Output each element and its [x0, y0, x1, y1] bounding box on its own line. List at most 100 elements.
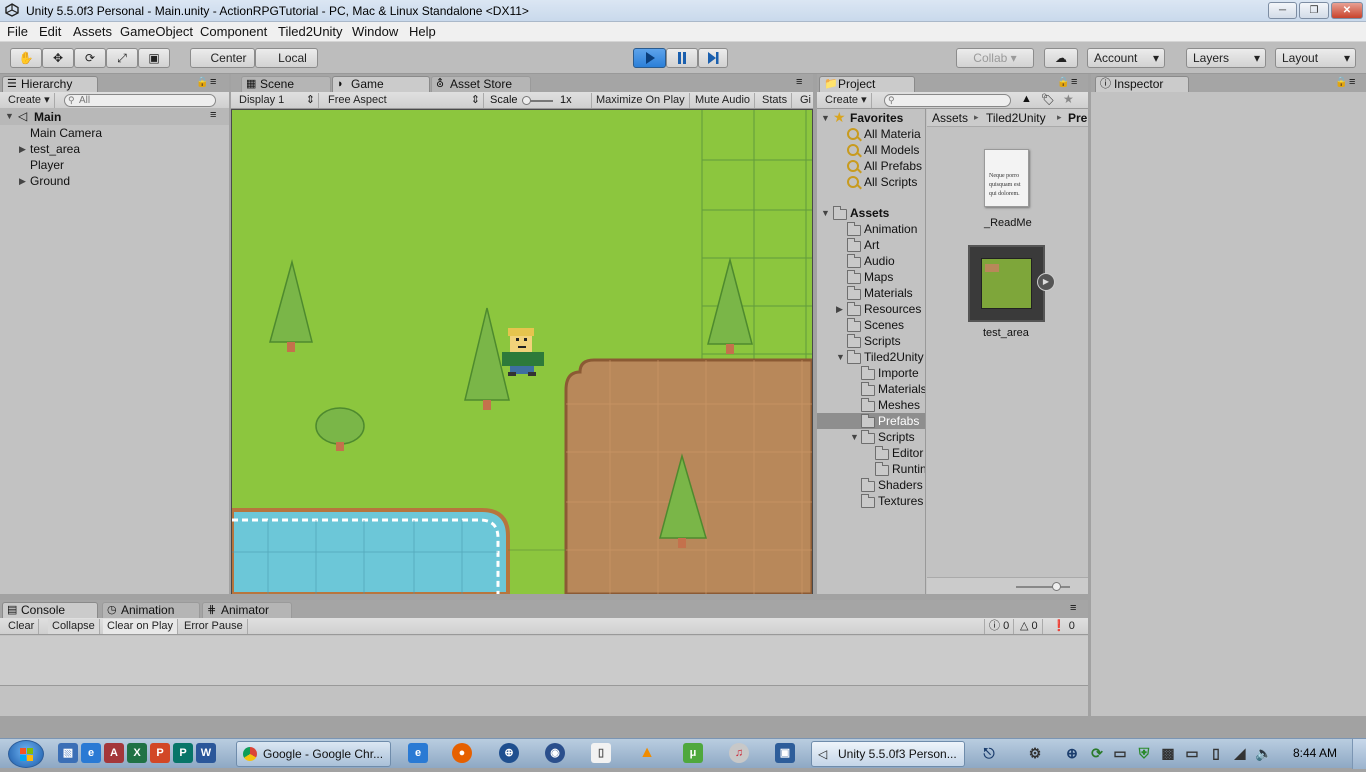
favorite-all-models[interactable]: All Models	[864, 143, 919, 157]
powerpoint-icon[interactable]: P	[150, 743, 170, 763]
folder-editor[interactable]: Editor	[892, 446, 923, 460]
pause-button[interactable]	[666, 48, 698, 68]
folder-tiled2unity[interactable]: Tiled2Unity	[864, 350, 924, 364]
collapse-arrow-icon[interactable]: ▶	[19, 144, 26, 155]
tray-shield-icon[interactable]: ⛨	[1134, 743, 1154, 763]
collab-dropdown[interactable]: Collab ▾	[956, 48, 1034, 68]
icon-size-slider[interactable]	[1016, 586, 1070, 588]
star-icon[interactable]: ★	[1063, 92, 1074, 106]
panel-menu-icon[interactable]: ≡	[210, 76, 216, 88]
tab-scene[interactable]: ▦ Scene	[241, 76, 331, 92]
folder-animation[interactable]: Animation	[864, 222, 917, 236]
breadcrumb-tiled2unity[interactable]: Tiled2Unity	[986, 111, 1046, 125]
utorrent-icon[interactable]: μ	[683, 743, 703, 763]
console-clear-on-play-toggle[interactable]: Clear on Play	[103, 619, 179, 634]
console-clear-button[interactable]: Clear	[4, 619, 40, 634]
collapse-arrow-icon[interactable]: ▶	[19, 176, 26, 187]
tray-monitor-icon[interactable]: ▭	[1110, 743, 1130, 763]
tray-tool-icon[interactable]: ⎋	[979, 743, 999, 763]
collapse-arrow-icon[interactable]: ▶	[836, 304, 843, 315]
test-area-file-label[interactable]: test_area	[983, 327, 1029, 339]
cloud-button[interactable]: ☁	[1044, 48, 1078, 68]
publisher-icon[interactable]: P	[173, 743, 193, 763]
tab-animation[interactable]: ◷ Animation	[102, 602, 200, 618]
stats-toggle[interactable]: Stats	[758, 93, 793, 108]
favorite-all-materials[interactable]: All Materia	[864, 127, 921, 141]
ie-icon[interactable]: e	[81, 743, 101, 763]
folder-shaders[interactable]: Shaders	[878, 478, 923, 492]
maximize-button[interactable]: ❐	[1299, 2, 1329, 19]
game-view[interactable]	[232, 110, 812, 594]
expand-arrow-icon[interactable]: ▼	[821, 113, 830, 123]
folder-imported[interactable]: Importe	[878, 366, 919, 380]
favorite-all-prefabs[interactable]: All Prefabs	[864, 159, 922, 173]
expand-arrow-icon[interactable]: ▼	[5, 111, 14, 121]
scale-slider-thumb[interactable]	[522, 96, 531, 105]
hierarchy-item-ground[interactable]: Ground	[30, 174, 70, 188]
error-count-toggle[interactable]: ❗ 0	[1048, 619, 1079, 634]
readme-file-icon[interactable]: Neque porro quisquam est qui dolorem.	[984, 149, 1029, 207]
tab-animator[interactable]: ⋕ Animator	[202, 602, 292, 618]
show-desktop-button[interactable]	[1352, 739, 1366, 769]
display-dropdown[interactable]: Display 1 ⇕	[235, 93, 319, 108]
network-app-icon[interactable]: ⊕	[499, 743, 519, 763]
folder-audio[interactable]: Audio	[864, 254, 895, 268]
lock-icon[interactable]: 🔒	[1057, 77, 1069, 88]
hierarchy-create-button[interactable]: Create ▾	[4, 93, 55, 108]
minimize-button[interactable]: ─	[1268, 2, 1297, 19]
step-button[interactable]	[698, 48, 728, 68]
scene-menu-icon[interactable]: ≡	[210, 109, 216, 121]
menu-file[interactable]: File	[7, 24, 28, 39]
word-icon[interactable]: W	[196, 743, 216, 763]
icon-size-slider-thumb[interactable]	[1052, 582, 1061, 591]
panel-menu-icon[interactable]: ≡	[1070, 602, 1076, 614]
menu-window[interactable]: Window	[352, 24, 398, 39]
expand-arrow-icon[interactable]: ▼	[836, 352, 845, 362]
move-tool-button[interactable]: ✥	[42, 48, 74, 68]
console-log-area[interactable]	[0, 636, 1088, 686]
tray-monitor-2-icon[interactable]: ▭	[1182, 743, 1202, 763]
folder-textures[interactable]: Textures	[878, 494, 923, 508]
tab-console[interactable]: ▤ Console	[2, 602, 98, 618]
folder-meshes[interactable]: Meshes	[878, 398, 920, 412]
lock-icon[interactable]: 🔒	[1335, 77, 1347, 88]
expand-prefab-icon[interactable]: ▶	[1037, 273, 1055, 291]
mute-audio-toggle[interactable]: Mute Audio	[691, 93, 756, 108]
play-button[interactable]	[633, 48, 666, 68]
tab-hierarchy[interactable]: ☰ Hierarchy	[2, 76, 98, 92]
hand-tool-button[interactable]: ✋	[10, 48, 42, 68]
desktop-icon[interactable]: ▧	[58, 743, 78, 763]
tray-display-icon[interactable]: ▩	[1158, 743, 1178, 763]
readme-file-label[interactable]: _ReadMe	[984, 217, 1032, 229]
close-button[interactable]: ✕	[1331, 2, 1363, 19]
panel-menu-icon[interactable]: ≡	[1071, 76, 1077, 88]
filter-label-icon[interactable]: 🏷	[1041, 93, 1055, 106]
menu-assets[interactable]: Assets	[73, 24, 112, 39]
tray-settings-icon[interactable]: ⚙	[1025, 743, 1045, 763]
lock-icon[interactable]: 🔒	[196, 77, 208, 88]
folder-art[interactable]: Art	[864, 238, 879, 252]
taskbar-unity-window[interactable]: ◁ Unity 5.5.0f3 Person...	[811, 741, 965, 767]
tab-inspector[interactable]: ⓘ Inspector	[1095, 76, 1189, 92]
maximize-on-play-toggle[interactable]: Maximize On Play	[591, 93, 690, 108]
console-error-pause-toggle[interactable]: Error Pause	[180, 619, 248, 634]
favorites-label[interactable]: Favorites	[850, 111, 903, 125]
firefox-icon[interactable]: ●	[452, 743, 472, 763]
window-app-icon[interactable]: ▣	[775, 743, 795, 763]
lock-app-icon[interactable]: ◉	[545, 743, 565, 763]
menu-help[interactable]: Help	[409, 24, 436, 39]
filter-type-icon[interactable]: ▲	[1021, 93, 1032, 105]
hierarchy-search-input[interactable]: ⚲ All	[64, 94, 216, 107]
console-collapse-toggle[interactable]: Collapse	[48, 619, 100, 634]
folder-scripts[interactable]: Scripts	[864, 334, 901, 348]
itunes-icon[interactable]: ♫	[729, 743, 749, 763]
tray-globe-icon[interactable]: ⊕	[1062, 743, 1082, 763]
gizmos-dropdown[interactable]: Gi	[796, 93, 815, 108]
hierarchy-item-test-area[interactable]: test_area	[30, 142, 80, 156]
menu-edit[interactable]: Edit	[39, 24, 61, 39]
folder-runtime[interactable]: Runtin	[892, 462, 925, 476]
signal-icon[interactable]: ◢	[1230, 743, 1250, 763]
test-area-prefab-icon[interactable]	[968, 245, 1045, 322]
breadcrumb-prefabs[interactable]: Pre	[1068, 111, 1087, 125]
folder-tiled-scripts[interactable]: Scripts	[878, 430, 915, 444]
